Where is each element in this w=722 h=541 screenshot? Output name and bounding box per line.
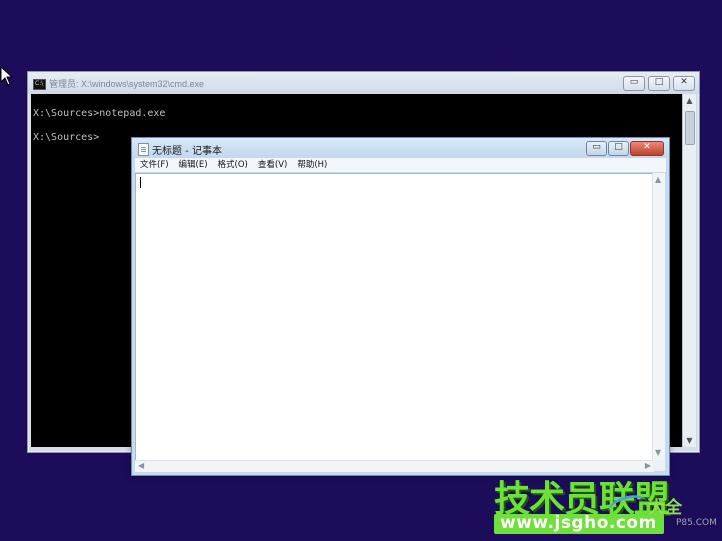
minimize-icon: ▭ [629,77,639,87]
maximize-icon: □ [654,77,664,87]
close-icon: ✕ [680,77,688,87]
notepad-app-icon [138,143,149,156]
notepad-close-button[interactable]: ✕ [630,141,664,156]
text-caret [140,177,141,188]
cmd-close-button[interactable]: ✕ [673,76,695,91]
scroll-down-arrow-icon[interactable]: ▼ [683,436,696,445]
cmd-output-line: X:\Sources>notepad.exe [33,108,166,119]
scroll-up-arrow-icon[interactable]: ▲ [683,96,696,105]
menu-edit[interactable]: 编辑(E) [174,158,213,172]
scroll-down-arrow-icon[interactable]: ▼ [655,448,661,458]
menu-help[interactable]: 帮助(H) [292,158,332,172]
cmd-minimize-button[interactable]: ▭ [623,76,645,91]
scroll-up-arrow-icon[interactable]: ▲ [655,175,661,185]
mouse-cursor-icon [0,66,14,86]
watermark-url: www.jsgho.com [500,513,657,533]
minimize-icon: ▭ [592,142,601,152]
cmd-maximize-button[interactable]: □ [648,76,670,91]
notepad-maximize-button[interactable]: □ [608,141,629,156]
menu-view[interactable]: 查看(V) [253,158,292,172]
close-icon: ✕ [643,142,651,152]
notepad-text-area[interactable] [135,173,656,462]
cmd-app-icon: C:\ [33,79,46,90]
cmd-scroll-thumb[interactable] [685,111,695,145]
watermark-side-small: P85.COM [676,518,717,528]
notepad-window[interactable]: 无标题 - 记事本 ▭ □ ✕ 文件(F) 编辑(E) 格式(O) 查看(V) … [131,137,670,476]
cmd-titlebar[interactable]: C:\ 管理员: X:\windows\system32\cmd.exe ▭ □… [28,72,699,94]
cmd-vertical-scrollbar[interactable]: ▲ ▼ [682,94,696,447]
cmd-prompt-line: X:\Sources> [33,132,100,143]
notepad-menubar: 文件(F) 编辑(E) 格式(O) 查看(V) 帮助(H) [135,158,666,172]
notepad-titlebar[interactable]: 无标题 - 记事本 ▭ □ ✕ [132,138,669,158]
menu-format[interactable]: 格式(O) [213,158,253,172]
notepad-window-title: 无标题 - 记事本 [152,146,222,157]
maximize-icon: □ [614,142,623,152]
notepad-vertical-scrollbar[interactable]: ▲ ▼ [652,173,665,460]
notepad-minimize-button[interactable]: ▭ [586,141,607,156]
cmd-window-title: 管理员: X:\windows\system32\cmd.exe [49,79,205,89]
scroll-left-arrow-icon[interactable]: ◀ [138,461,144,471]
menu-file[interactable]: 文件(F) [135,158,174,172]
